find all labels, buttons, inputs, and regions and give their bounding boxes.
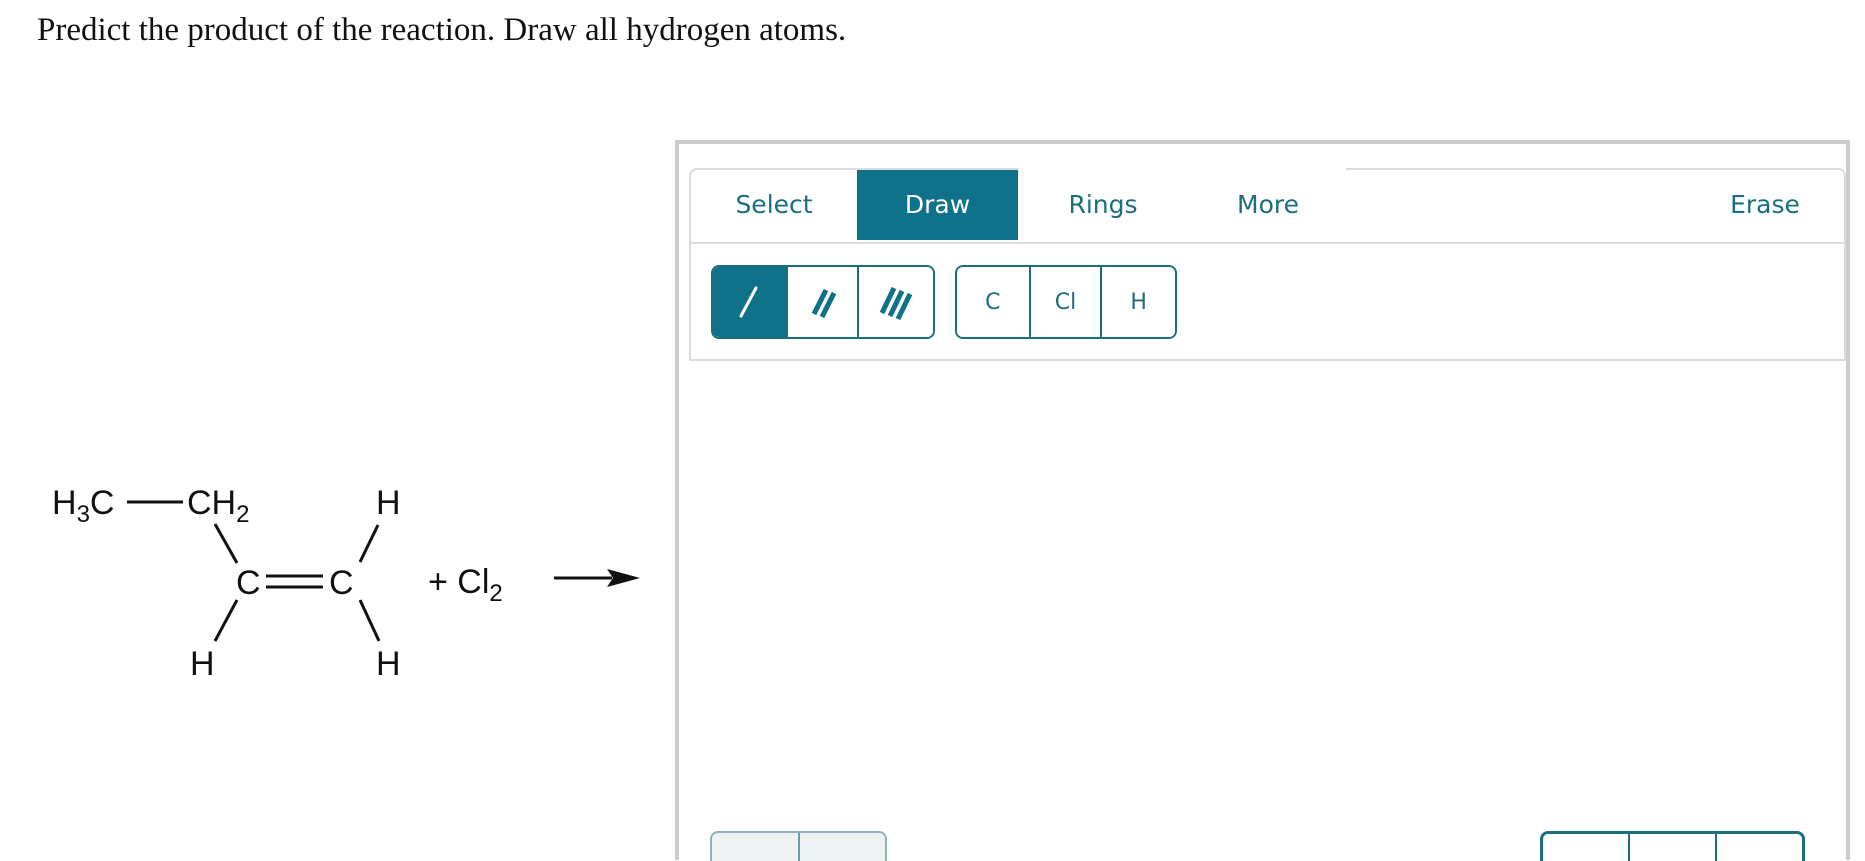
triple-bond-button[interactable] <box>859 267 933 337</box>
bond-c2-h-top <box>358 524 380 563</box>
zoom-reset-button[interactable] <box>1630 834 1717 861</box>
bottom-left-controls <box>710 831 887 861</box>
atom-h-bottom-right: H <box>376 645 401 683</box>
undo-button[interactable] <box>712 833 800 861</box>
redo-button[interactable] <box>800 833 886 861</box>
atom-tool-group: C Cl H <box>955 265 1177 339</box>
atom-ch3: H3C <box>52 484 114 528</box>
triple-bond-icon <box>879 286 913 321</box>
atom-h-bottom-left: H <box>190 645 215 683</box>
single-bond-icon <box>739 286 758 318</box>
erase-button[interactable]: Erase <box>1700 170 1830 240</box>
bond-c2-h-bottom <box>358 599 381 642</box>
double-bond-button[interactable] <box>787 267 860 337</box>
atom-c1: C <box>236 564 261 602</box>
bond-ch2-c1 <box>213 523 239 564</box>
double-bond-icon <box>811 288 836 319</box>
zoom-out-button[interactable] <box>1543 834 1630 861</box>
atom-ch2: CH2 <box>187 484 249 528</box>
question-prompt: Predict the product of the reaction. Dra… <box>37 12 847 48</box>
atom-cl-button[interactable]: Cl <box>1030 267 1103 337</box>
reaction-svg: H3C CH2 C C H H H + Cl2 <box>52 484 640 683</box>
atom-c-button[interactable]: C <box>957 267 1031 337</box>
reaction-arrow-icon <box>554 569 640 587</box>
bond-c1-h-bottom <box>213 599 239 642</box>
bond-tool-group <box>711 265 935 339</box>
bottom-right-controls <box>1540 831 1805 861</box>
atom-c2: C <box>329 564 354 602</box>
atom-h-button[interactable]: H <box>1102 267 1175 337</box>
atom-h-top: H <box>376 484 401 522</box>
tab-select[interactable]: Select <box>691 170 857 240</box>
tab-draw[interactable]: Draw <box>857 170 1018 240</box>
tab-more[interactable]: More <box>1198 170 1338 240</box>
tab-rings[interactable]: Rings <box>1030 170 1176 240</box>
reaction-scheme: H3C CH2 C C H H H + Cl2 <box>0 440 660 700</box>
zoom-in-button[interactable] <box>1717 834 1802 861</box>
single-bond-button[interactable] <box>713 267 788 337</box>
drawing-canvas[interactable] <box>689 362 1846 822</box>
reagent-cl2: + Cl2 <box>428 563 503 607</box>
